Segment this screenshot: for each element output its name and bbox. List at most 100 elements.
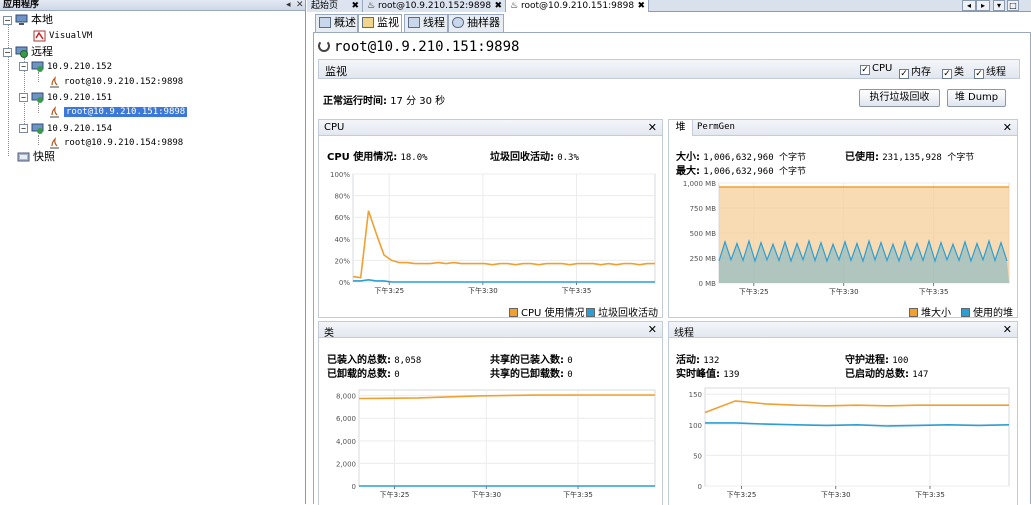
classes-chart: 0 2,000 4,000 6,000 8,000 下午3:25 下午3:30 下午3:35 (336, 389, 656, 499)
x-tick-label: 下午3:35 (562, 286, 592, 295)
collapse-icon[interactable]: − (19, 93, 28, 102)
collapse-icon[interactable]: − (3, 15, 12, 25)
loading-icon (318, 40, 330, 52)
host-icon (31, 92, 44, 104)
tab-overview[interactable]: 概述 (315, 14, 358, 32)
maximize-icon[interactable]: □ (1007, 0, 1019, 11)
classes-panel: 类 ✕ 已装入的总数: 8,058 已卸载的总数: 0 共享的已装入数: 0 共享… (318, 321, 663, 505)
x-tick-label: 下午3:25 (727, 490, 757, 499)
tree-node-conn-151[interactable]: root@10.9.210.151:9898 (48, 104, 188, 120)
heap-panel: 堆 PermGen ✕ 大小: 1,006,632,960 个字节 最大: 1,… (668, 119, 1018, 319)
tree-node-visualvm[interactable]: VisualVM (33, 28, 92, 44)
legend-heap-size: 堆大小 (909, 304, 951, 319)
legend-used-heap: 使用的堆 (961, 304, 1013, 319)
shared-loaded: 共享的已装入数: 0 (490, 355, 573, 366)
y-tick-label: 6,000 (336, 415, 356, 423)
applications-panel: 应用程序 ◂ ✕ − 本地 VisualVM − 远程 −10.9.210.152 … (0, 0, 306, 504)
y-tick-label: 4,000 (336, 438, 356, 446)
tree-node-remote[interactable]: − 远程 (3, 44, 53, 60)
y-tick-label: 750 MB (690, 205, 717, 213)
y-tick-label: 0 (698, 483, 702, 491)
heap-chart: 0 MB 250 MB 500 MB 750 MB 1,000 MB 下午3:25 下午3:… (683, 180, 1010, 296)
tab-conn-151[interactable]: ♨ root@10.9.210.151:9898 ✖ (506, 0, 649, 12)
applications-panel-title: 应用程序 (3, 0, 40, 10)
tree-node-conn-152[interactable]: root@10.9.210.152:9898 (48, 74, 183, 90)
y-tick-label: 0 (352, 483, 356, 491)
y-tick-label: 50 (693, 452, 702, 460)
close-tab-icon[interactable]: ✖ (637, 0, 645, 12)
monitor-view: root@10.9.210.151:9898 监视 ✓ CPU ✓ 内存 ✓ 类 ✓ 线… (313, 32, 1031, 505)
threads-daemon: 守护进程: 100 (845, 355, 909, 366)
close-icon[interactable]: ✕ (648, 323, 657, 336)
monitor-icon (362, 17, 374, 28)
cpu-panel: CPU ✕ CPU 使用情况: 18.0% 垃圾回收活动: 0.3% 0% 20% 4… (318, 119, 663, 319)
y-tick-label: 40% (334, 236, 350, 244)
checkbox-cpu[interactable]: ✓ CPU (860, 63, 892, 75)
classes-loaded: 已装入的总数: 8,058 (327, 355, 422, 366)
close-icon[interactable]: ✕ (648, 121, 657, 134)
uptime: 正常运行时间: 17 分 30 秒 (323, 96, 446, 107)
checkbox-memory[interactable]: ✓ 内存 (899, 63, 931, 79)
y-tick-label: 500 MB (690, 230, 717, 238)
tree-node-host-152[interactable]: −10.9.210.152 (19, 59, 112, 75)
classes-panel-title: 类 (324, 328, 334, 339)
java-app-icon: ♨ (510, 1, 519, 11)
threads-panel: 线程 ✕ 活动: 132 实时峰值: 139 守护进程: 100 已启动的总数: … (668, 321, 1018, 505)
x-tick-label: 下午3:35 (563, 490, 593, 499)
y-tick-label: 0% (339, 279, 350, 287)
scroll-right-icon[interactable]: ▸ (976, 0, 990, 11)
dropdown-icon[interactable]: ▾ (993, 0, 1005, 11)
legend-cpu: CPU 使用情况 (509, 304, 585, 319)
tab-permgen[interactable]: PermGen (697, 122, 735, 132)
tab-start-page[interactable]: 起始页 ✖ (307, 0, 363, 12)
tab-sampler[interactable]: 抽样器 (448, 14, 504, 32)
applications-panel-header: 应用程序 ◂ ✕ (0, 0, 305, 11)
collapse-icon[interactable]: − (19, 62, 28, 71)
close-tab-icon[interactable]: ✖ (494, 0, 502, 12)
heap-dump-button[interactable]: 堆 Dump (947, 89, 1006, 107)
minimize-icon[interactable]: ◂ (286, 0, 291, 11)
y-tick-label: 100% (330, 171, 350, 179)
close-tab-icon[interactable]: ✖ (351, 0, 359, 12)
legend-gc: 垃圾回收活动 (586, 304, 658, 319)
x-tick-label: 下午3:30 (829, 287, 859, 296)
y-tick-label: 20% (334, 257, 350, 265)
threads-chart: 0 50 100 150 下午3:25 下午3:30 下午3:35 (689, 387, 1010, 499)
y-tick-label: 250 MB (690, 255, 717, 263)
y-tick-label: 60% (334, 214, 350, 222)
heap-size: 大小: 1,006,632,960 个字节 (676, 152, 807, 163)
gc-activity: 垃圾回收活动: 0.3% (490, 152, 579, 163)
tab-threads[interactable]: 线程 (404, 14, 448, 32)
y-tick-label: 150 (689, 391, 702, 399)
collapse-icon[interactable]: − (3, 47, 12, 57)
threads-live: 活动: 132 (676, 355, 720, 366)
java-app-icon: ♨ (367, 1, 376, 11)
tree-node-local[interactable]: − 本地 (3, 12, 53, 28)
tree-node-conn-154[interactable]: root@10.9.210.154:9898 (48, 135, 183, 151)
tab-heap[interactable]: 堆 (669, 120, 693, 136)
scroll-left-icon[interactable]: ◂ (962, 0, 976, 11)
java-app-icon (48, 136, 61, 149)
tab-monitor[interactable]: 监视 (358, 14, 402, 33)
close-icon[interactable]: ✕ (1003, 121, 1012, 134)
main-area: 起始页 ✖ ♨ root@10.9.210.152:9898 ✖ ♨ root@10… (307, 0, 1031, 505)
monitor-section-bar: 监视 ✓ CPU ✓ 内存 ✓ 类 ✓ 线程 (318, 59, 1020, 79)
cpu-usage: CPU 使用情况: 18.0% (327, 152, 428, 163)
tree-node-snapshots[interactable]: 快照 (17, 149, 55, 165)
cpu-panel-title: CPU (324, 122, 345, 133)
close-icon[interactable]: ✕ (296, 0, 304, 11)
collapse-icon[interactable]: − (19, 124, 28, 133)
checkbox-classes[interactable]: ✓ 类 (942, 63, 964, 79)
threads-panel-title: 线程 (674, 328, 694, 339)
y-tick-label: 1,000 MB (683, 180, 716, 188)
threads-icon (408, 17, 420, 28)
computer-icon (15, 14, 28, 26)
plot-area (352, 173, 656, 283)
tab-conn-152[interactable]: ♨ root@10.9.210.152:9898 ✖ (363, 0, 506, 12)
perform-gc-button[interactable]: 执行垃圾回收 (859, 89, 940, 107)
checkbox-threads[interactable]: ✓ 线程 (974, 63, 1006, 79)
cpu-chart: 0% 20% 40% 60% 80% 100% 下午3:25 下午3:30 下午3:35 (330, 171, 656, 295)
y-tick-label: 0 MB (698, 280, 716, 288)
x-tick-label: 下午3:35 (915, 490, 945, 499)
close-icon[interactable]: ✕ (1003, 323, 1012, 336)
